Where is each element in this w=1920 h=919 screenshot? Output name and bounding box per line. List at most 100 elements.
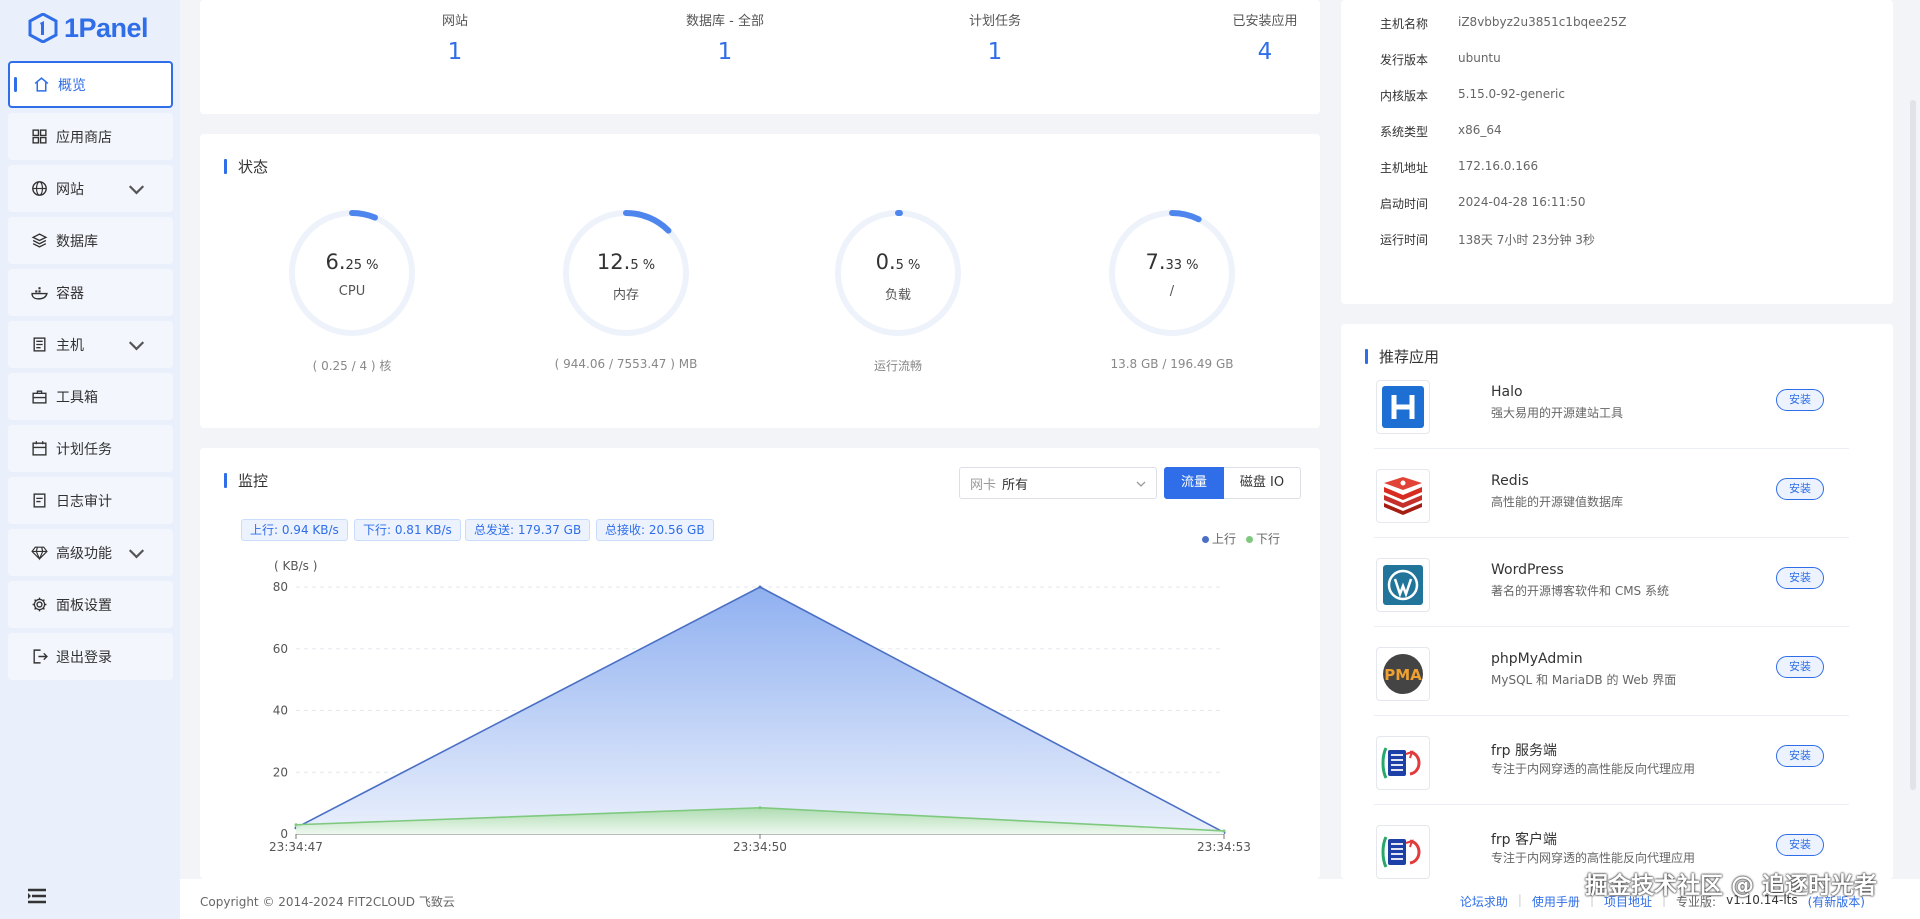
gauge-value: 7.33 % <box>1145 250 1199 274</box>
logo[interactable]: 1Panel <box>28 12 149 44</box>
stat-label: 数据库 - 全部 <box>686 14 764 29</box>
host-info-row: 主机名称 iZ8vbbyz2u3851c1bqee25Z <box>1380 15 1626 32</box>
info-value: ubuntu <box>1458 51 1501 65</box>
svg-text:PMA: PMA <box>1384 666 1422 684</box>
install-button[interactable]: 安装 <box>1776 656 1824 678</box>
info-key: 内核版本 <box>1380 89 1429 103</box>
sidebar-item-label: 数据库 <box>56 233 98 250</box>
sidebar-item-overview[interactable]: 概览 <box>8 61 173 108</box>
separator: | <box>1517 893 1522 907</box>
host-info-row: 发行版本 ubuntu <box>1380 51 1501 68</box>
collapse-menu-icon[interactable] <box>26 887 48 905</box>
sidebar-item-label: 容器 <box>56 285 84 302</box>
app-name[interactable]: WordPress <box>1491 562 1564 578</box>
info-key: 主机地址 <box>1380 161 1429 175</box>
install-button[interactable]: 安装 <box>1776 478 1824 500</box>
info-key: 运行时间 <box>1380 233 1429 247</box>
app-name[interactable]: frp 客户端 <box>1491 829 1557 849</box>
info-value: 5.15.0-92-generic <box>1458 87 1565 101</box>
install-button[interactable]: 安装 <box>1776 745 1824 767</box>
gauge-footer: 运行流畅 <box>873 359 922 373</box>
app-item: Halo 强大易用的开源建站工具 安装 <box>1374 375 1849 449</box>
stat-databases[interactable]: 数据库 - 全部 1 <box>625 10 825 65</box>
info-value: x86_64 <box>1458 123 1502 137</box>
host-info-row: 内核版本 5.15.0-92-generic <box>1380 87 1565 104</box>
app-description: MySQL 和 MariaDB 的 Web 界面 <box>1491 673 1677 687</box>
app-description: 强大易用的开源建站工具 <box>1491 406 1624 420</box>
gauge-value: 0.5 % <box>875 250 921 274</box>
cpu-gauge[interactable]: 6.25 % CPU <box>287 208 417 338</box>
sidebar-item-website[interactable]: 网站 <box>8 165 173 212</box>
wordpress-icon[interactable] <box>1376 558 1430 612</box>
app-name[interactable]: phpMyAdmin <box>1491 651 1583 667</box>
stat-value: 1 <box>987 39 1003 65</box>
info-key: 主机名称 <box>1380 17 1429 31</box>
sidebar-item-database[interactable]: 数据库 <box>8 217 173 264</box>
host-info-row: 运行时间 138天 7小时 23分钟 3秒 <box>1380 231 1595 248</box>
sidebar-item-container[interactable]: 容器 <box>8 269 173 316</box>
gauge-value: 12.5 % <box>596 250 656 274</box>
sidebar-item-label: 应用商店 <box>56 129 112 146</box>
app-item: PMA phpMyAdmin MySQL 和 MariaDB 的 Web 界面 安装 <box>1374 627 1849 716</box>
app-name[interactable]: frp 服务端 <box>1491 740 1557 760</box>
gauge-footer: ( 944.06 / 7553.47 ) MB <box>554 357 698 371</box>
stat-websites[interactable]: 网站 1 <box>355 10 555 65</box>
gauge-footer: ( 0.25 / 4 ) 核 <box>312 359 392 373</box>
gauge-name: / <box>1169 284 1175 299</box>
logo-icon <box>28 13 58 43</box>
redis-icon[interactable] <box>1376 469 1430 523</box>
host-info-row: 主机地址 172.16.0.166 <box>1380 159 1538 176</box>
app-description: 专注于内网穿透的高性能反向代理应用 <box>1491 851 1696 865</box>
install-button[interactable]: 安装 <box>1776 567 1824 589</box>
grid-icon <box>32 129 47 144</box>
frp-icon[interactable] <box>1376 825 1430 879</box>
gauge-name: 负载 <box>884 288 911 303</box>
stat-installed-apps[interactable]: 已安装应用 4 <box>1165 10 1365 65</box>
forum-link[interactable]: 论坛求助 <box>1460 893 1508 910</box>
info-value: 172.16.0.166 <box>1458 159 1539 173</box>
chevron-down-icon <box>128 185 145 195</box>
database-icon <box>31 233 48 248</box>
app-name[interactable]: Redis <box>1491 473 1529 489</box>
host-info-card <box>1341 0 1893 304</box>
app-name[interactable]: Halo <box>1491 384 1523 400</box>
logo-text: 1Panel <box>64 12 149 43</box>
info-value: 138天 7小时 23分钟 3秒 <box>1458 233 1595 247</box>
sidebar-item-host[interactable]: 主机 <box>8 321 173 368</box>
overview-card: 网站 1 数据库 - 全部 1 计划任务 1 已安装应用 4 <box>200 0 1320 114</box>
info-key: 系统类型 <box>1380 125 1429 139</box>
watermark: 掘金技术社区 @ 追逐时光者 <box>1585 873 1878 899</box>
halo-icon[interactable] <box>1376 380 1430 434</box>
frp-icon[interactable] <box>1376 736 1430 790</box>
stat-value: 1 <box>447 39 463 65</box>
disk-gauge[interactable]: 7.33 % / <box>1107 208 1237 338</box>
container-icon <box>31 287 48 300</box>
manual-link[interactable]: 使用手册 <box>1532 893 1580 910</box>
phpmyadmin-icon[interactable]: PMA <box>1376 647 1430 701</box>
install-button[interactable]: 安装 <box>1776 834 1824 856</box>
stat-cron-jobs[interactable]: 计划任务 1 <box>895 10 1095 65</box>
chevron-down-icon <box>128 341 145 351</box>
sidebar-item-label: 概览 <box>58 77 86 94</box>
stat-label: 计划任务 <box>968 14 1021 29</box>
sidebar-item-label: 主机 <box>56 337 84 354</box>
sidebar-item-app-store[interactable]: 应用商店 <box>8 113 173 160</box>
app-item: frp 服务端 专注于内网穿透的高性能反向代理应用 安装 <box>1374 716 1849 805</box>
info-value: 2024-04-28 16:11:50 <box>1458 195 1586 209</box>
info-key: 发行版本 <box>1380 53 1429 67</box>
stat-label: 网站 <box>441 14 468 29</box>
load-gauge[interactable]: 0.5 % 负载 <box>833 208 963 338</box>
globe-icon <box>32 181 47 196</box>
stat-value: 4 <box>1257 39 1273 65</box>
gauge-value: 6.25 % <box>325 250 379 274</box>
recommended-apps-title: 推荐应用 <box>1365 346 1439 367</box>
memory-gauge[interactable]: 12.5 % 内存 <box>561 208 691 338</box>
host-info-row: 启动时间 2024-04-28 16:11:50 <box>1380 195 1585 212</box>
install-button[interactable]: 安装 <box>1776 389 1824 411</box>
page-scrollbar[interactable] <box>1910 100 1916 790</box>
gauge-name: CPU <box>338 284 366 299</box>
status-title: 状态 <box>224 156 268 177</box>
gauge-footer: 13.8 GB / 196.49 GB <box>1110 357 1234 371</box>
gauge-name: 内存 <box>612 288 639 303</box>
info-value: iZ8vbbyz2u3851c1bqee25Z <box>1458 15 1627 29</box>
